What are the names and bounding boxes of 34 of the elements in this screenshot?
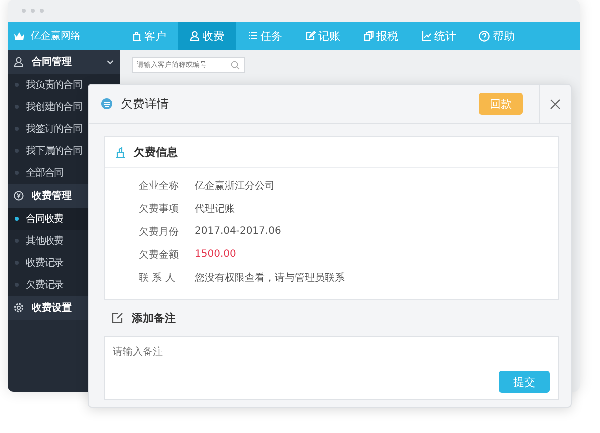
card-title: 欠费信息 bbox=[134, 144, 178, 160]
field-value: 您没有权限查看，请与管理员联系 bbox=[195, 272, 345, 284]
field-label: 欠费月份 bbox=[139, 226, 179, 238]
field-label: 欠费金额 bbox=[139, 248, 179, 262]
close-icon bbox=[550, 98, 561, 110]
building-icon bbox=[115, 146, 126, 158]
window-dot bbox=[40, 9, 44, 13]
documents-icon bbox=[364, 31, 374, 41]
line-chart-icon bbox=[422, 31, 432, 41]
field-label: 联 系 人 bbox=[139, 272, 176, 284]
chevron-down-icon bbox=[107, 60, 114, 64]
dialog-title: 欠费详情 bbox=[121, 96, 170, 112]
field-label: 欠费事项 bbox=[139, 202, 179, 216]
list-icon bbox=[248, 31, 258, 41]
help-icon bbox=[479, 30, 490, 42]
user-icon bbox=[14, 57, 24, 67]
sidebar-group[interactable]: 合同管理 bbox=[8, 50, 120, 74]
field-value: 1500.00 bbox=[195, 249, 236, 260]
edit-icon bbox=[306, 31, 316, 41]
search-icon bbox=[231, 60, 240, 70]
gear-icon bbox=[14, 303, 24, 313]
field-label: 企业全称 bbox=[139, 180, 179, 192]
user-icon bbox=[190, 31, 200, 41]
edit-icon bbox=[112, 312, 124, 324]
yen-icon bbox=[14, 191, 24, 201]
crown-icon bbox=[14, 32, 25, 40]
window-dot bbox=[22, 9, 26, 13]
building-icon bbox=[132, 31, 142, 41]
brand-name: 亿企赢网络 bbox=[31, 30, 81, 43]
window-dot bbox=[31, 9, 35, 13]
field-value: 代理记账 bbox=[195, 202, 235, 216]
section-title: 添加备注 bbox=[132, 310, 176, 326]
field-value: 2017.04-2017.06 bbox=[195, 226, 282, 237]
field-value: 亿企赢浙江分公司 bbox=[195, 180, 275, 192]
